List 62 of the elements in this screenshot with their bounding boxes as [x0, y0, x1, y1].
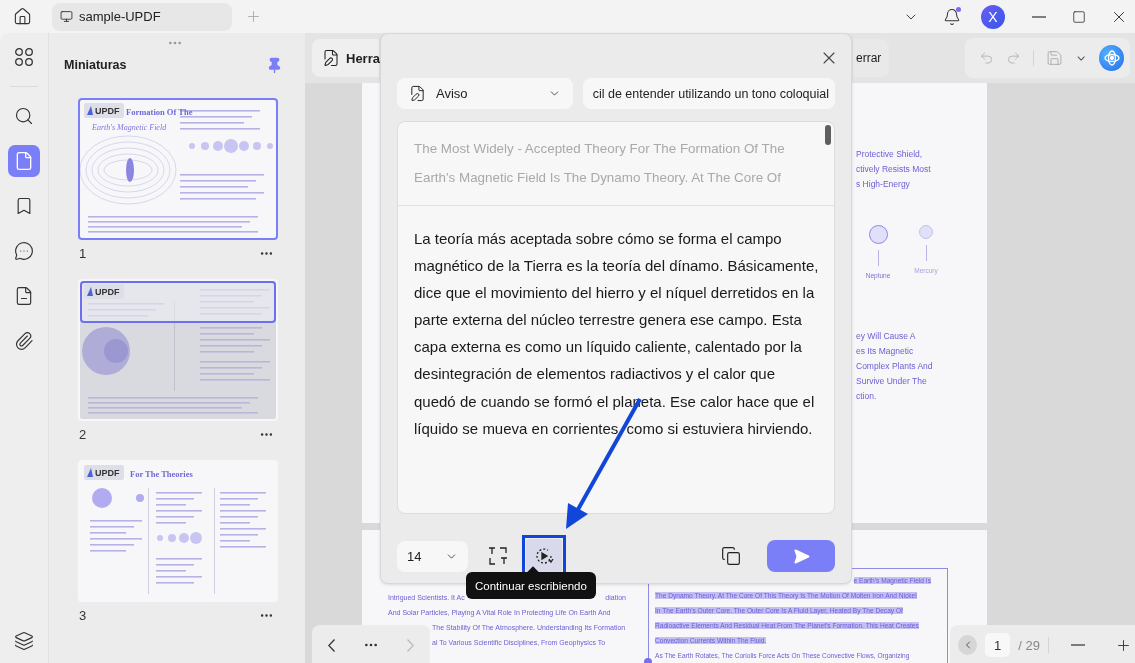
toolbox-icon: [322, 49, 340, 67]
document-text: Protective Shield,: [856, 148, 924, 161]
form-icon: [14, 286, 34, 306]
document-text: Survive Under The: [856, 375, 928, 388]
close-tools-button[interactable]: errar: [853, 39, 890, 77]
logo-icon: [87, 468, 93, 477]
minus-icon: [1032, 15, 1046, 18]
pin-icon[interactable]: [266, 56, 283, 74]
document-text: Complex Plants And: [856, 360, 934, 373]
page-icon: [14, 151, 34, 171]
swap-icon: [487, 545, 509, 567]
page-number: 1: [79, 246, 87, 261]
page-number: 2: [79, 427, 87, 442]
ai-assistant-button[interactable]: [1099, 45, 1124, 71]
scrollbar-thumb[interactable]: [825, 125, 831, 145]
page-thumbnail[interactable]: UPDF For The Theories: [78, 460, 278, 602]
tools-tab[interactable]: Herra: [312, 39, 379, 77]
copy-icon: [721, 546, 741, 566]
mode-select[interactable]: Aviso: [397, 78, 573, 109]
logo-text: UPDF: [95, 106, 120, 116]
document-text: ction.: [856, 390, 878, 403]
document-text: s High-Energy: [856, 178, 911, 191]
paperclip-icon: [14, 331, 34, 351]
text-area[interactable]: [397, 121, 835, 514]
home-icon: [12, 7, 32, 26]
panel-title: Miniaturas: [64, 58, 127, 72]
monitor-icon: [60, 10, 73, 23]
tooltip: Continuar escribiendo: [466, 572, 596, 599]
chevron-left-icon: [328, 638, 336, 652]
logo-icon: [87, 106, 93, 115]
search-icon: [14, 106, 34, 126]
bell-icon: [943, 7, 961, 26]
document-tab[interactable]: sample-UPDF: [52, 2, 232, 31]
maximize-icon: [1072, 9, 1086, 24]
user-avatar[interactable]: X: [981, 4, 1005, 29]
logo-icon: [87, 287, 93, 296]
orbit-icon: [1103, 50, 1120, 66]
page-thumbnail[interactable]: UPDF Formation Of The Earth's Magnetic Field: [78, 98, 278, 240]
prompt-field[interactable]: cil de entender utilizando un tono coloquial: [582, 78, 835, 109]
document-text: ey Will Cause A: [856, 330, 917, 343]
minus-icon: [1071, 644, 1086, 646]
document-text: ctively Resists Most: [856, 163, 932, 176]
continue-writing-button[interactable]: [526, 539, 562, 573]
thumbnail-title: Earth's Magnetic Field: [92, 123, 167, 132]
apps-icon: [14, 47, 34, 67]
chevron-right-icon: [406, 638, 414, 652]
thumbnail-title: For The Theories: [130, 469, 193, 479]
play-circle-icon: [533, 545, 555, 567]
send-icon: [792, 547, 810, 565]
page-number: 3: [79, 608, 87, 623]
page-thumbnail[interactable]: UPDF: [78, 279, 278, 421]
send-button[interactable]: [767, 540, 835, 572]
comment-icon: [14, 241, 34, 261]
thumbnail-title: Formation Of The: [126, 107, 193, 117]
layers-icon: [14, 631, 34, 651]
page-number-field[interactable]: 1: [985, 633, 1011, 657]
document-text: es Its Magnetic: [856, 345, 915, 358]
logo-text: UPDF: [95, 287, 120, 297]
font-size-select[interactable]: 14: [397, 540, 468, 572]
logo-text: UPDF: [95, 468, 120, 478]
page-total: / 29: [1018, 637, 1040, 653]
edit-icon: [409, 85, 426, 102]
